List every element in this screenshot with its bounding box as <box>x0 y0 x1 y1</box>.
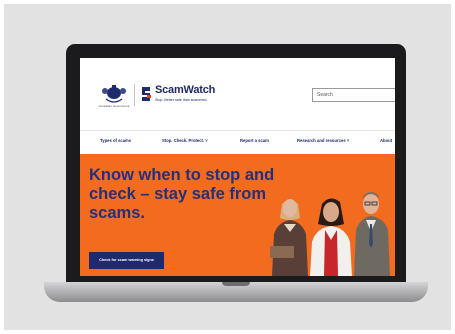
hero-banner: Know when to stop and check – stay safe … <box>80 154 395 276</box>
logo-divider <box>134 84 135 106</box>
nav-item-report-a-scam[interactable]: Report a scam <box>240 138 269 143</box>
australian-government-crest-icon[interactable] <box>96 83 132 105</box>
search-placeholder: Search <box>317 92 333 98</box>
laptop-hinge-notch <box>222 282 250 286</box>
scamwatch-tagline: Stop. Better safe than scammed. <box>155 98 208 102</box>
nav-item-stop-check-protect[interactable]: Stop. Check. Protect. ˅ <box>162 138 208 143</box>
nav-item-research-and-resources[interactable]: Research and resources ˅ <box>297 138 349 143</box>
nav-item-types-of-scams[interactable]: Types of scams <box>100 138 131 143</box>
nav-item-about[interactable]: About <box>380 138 392 143</box>
laptop-display: Australian Government ScamWatch Stop. Be… <box>80 58 395 276</box>
main-navigation: Types of scams Stop. Check. Protect. ˅ R… <box>80 130 395 151</box>
government-caption: Australian Government <box>98 104 130 108</box>
scamwatch-logo-icon[interactable] <box>140 86 152 102</box>
cta-label: Check for scam warning signs <box>99 258 154 262</box>
site-header: Australian Government ScamWatch Stop. Be… <box>80 58 395 126</box>
search-input[interactable]: Search <box>312 88 395 102</box>
scamwatch-wordmark[interactable]: ScamWatch <box>155 84 215 96</box>
check-warning-signs-button[interactable]: Check for scam warning signs <box>89 252 164 269</box>
hero-people-photo <box>270 192 390 276</box>
